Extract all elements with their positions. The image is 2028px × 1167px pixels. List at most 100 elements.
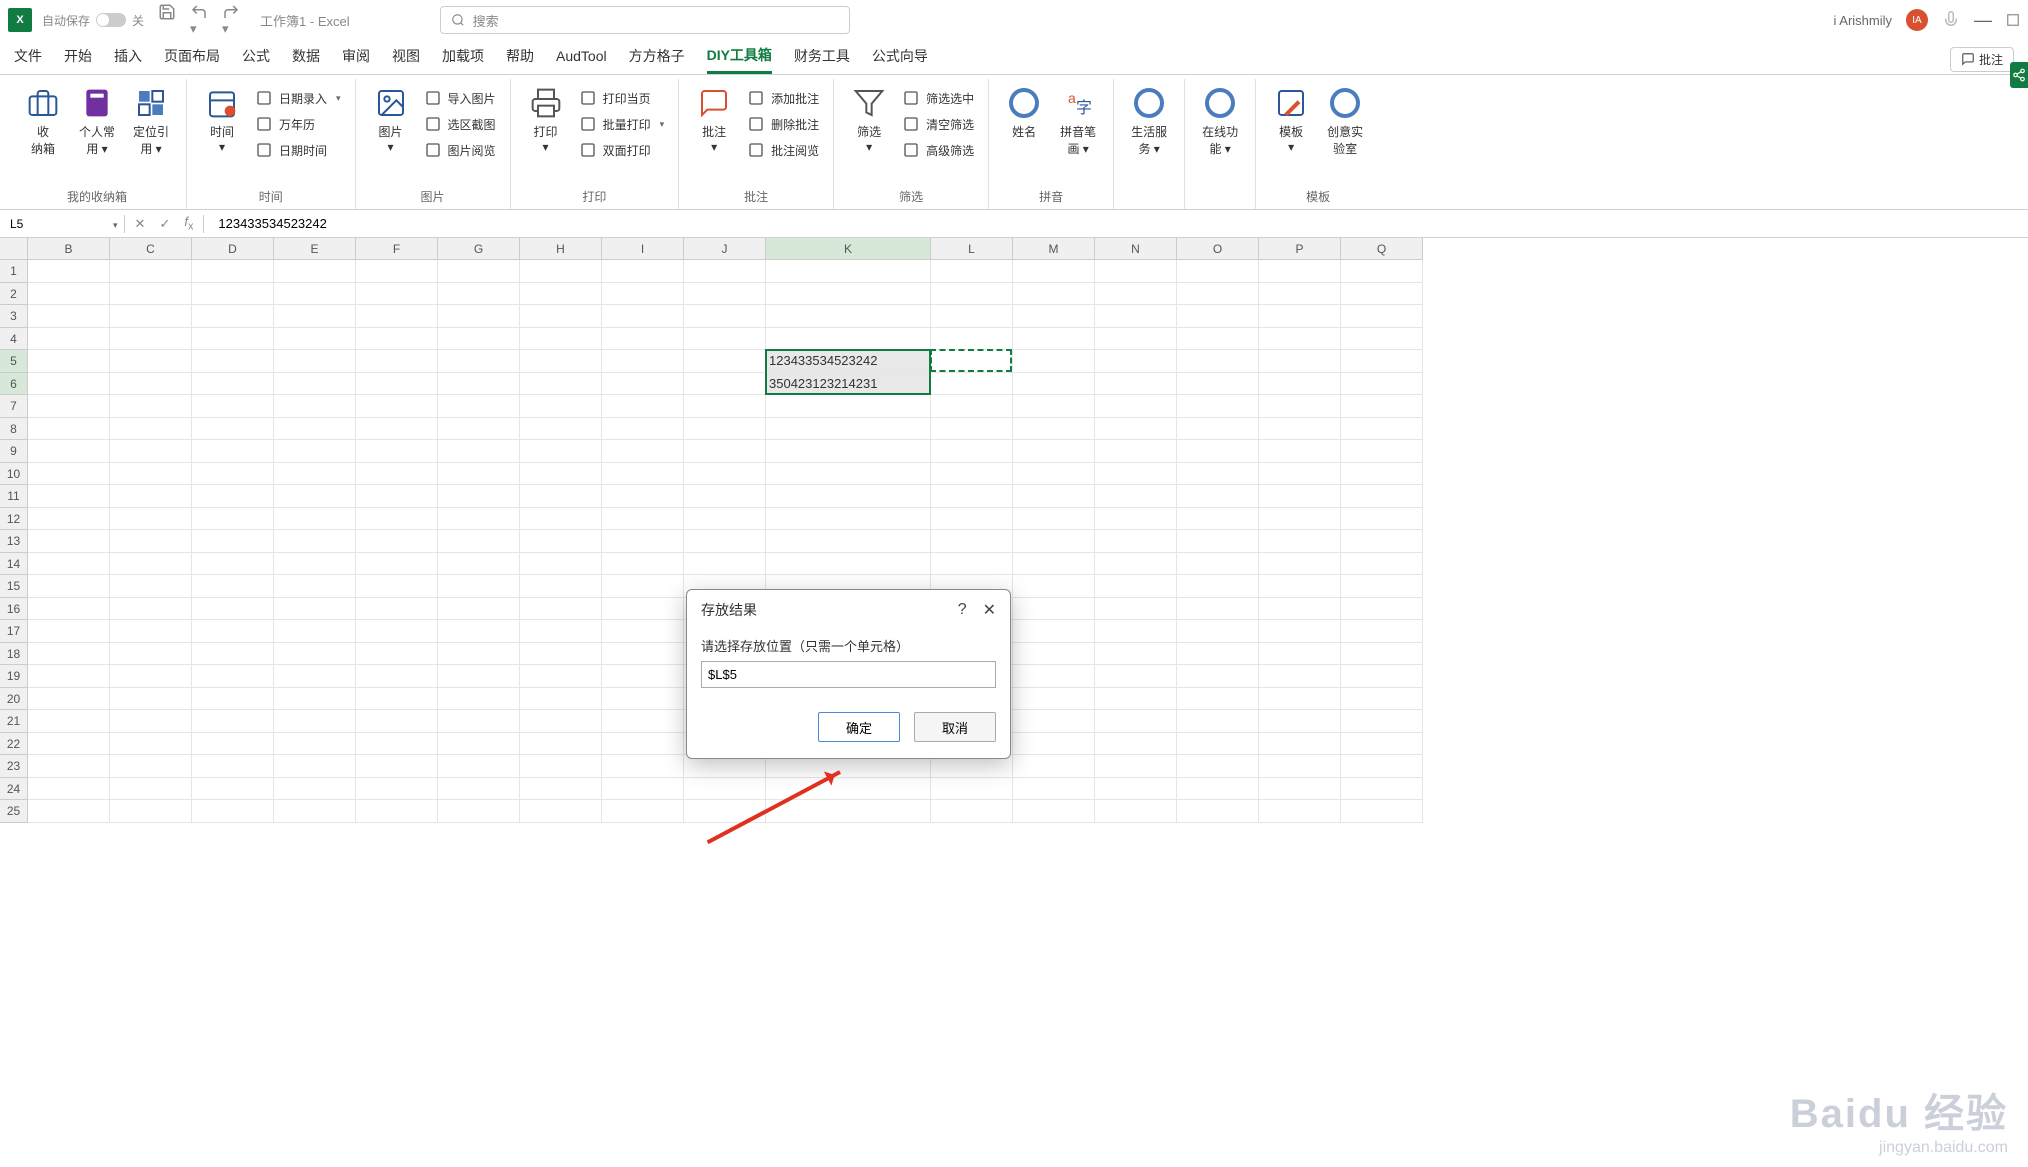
cell[interactable] <box>274 485 356 508</box>
cell[interactable] <box>28 260 110 283</box>
ribbon-button[interactable]: 批注 ▾ <box>689 83 739 158</box>
cell[interactable] <box>602 800 684 823</box>
cell[interactable] <box>520 710 602 733</box>
cell[interactable] <box>1259 463 1341 486</box>
cell[interactable] <box>1259 328 1341 351</box>
cell[interactable] <box>1341 283 1423 306</box>
cell[interactable] <box>274 440 356 463</box>
cell[interactable] <box>438 800 520 823</box>
ok-button[interactable]: 确定 <box>818 712 900 742</box>
column-header[interactable]: N <box>1095 238 1177 260</box>
cell[interactable] <box>192 305 274 328</box>
cell[interactable] <box>356 800 438 823</box>
ribbon-button[interactable]: 姓名 <box>999 83 1049 144</box>
cell[interactable] <box>602 373 684 396</box>
cell[interactable] <box>1095 778 1177 801</box>
row-header[interactable]: 20 <box>0 688 28 711</box>
cell[interactable] <box>602 553 684 576</box>
cell[interactable] <box>1341 260 1423 283</box>
cell[interactable] <box>110 485 192 508</box>
tab-help[interactable]: 帮助 <box>506 46 534 72</box>
cell[interactable] <box>110 688 192 711</box>
cell[interactable] <box>28 440 110 463</box>
column-header[interactable]: Q <box>1341 238 1423 260</box>
cell[interactable] <box>931 440 1013 463</box>
save-icon[interactable] <box>158 3 176 37</box>
cell[interactable] <box>28 463 110 486</box>
cell[interactable] <box>1095 710 1177 733</box>
column-header[interactable]: I <box>602 238 684 260</box>
cell[interactable] <box>1177 598 1259 621</box>
cell[interactable] <box>274 328 356 351</box>
cell[interactable] <box>1259 418 1341 441</box>
cell[interactable] <box>520 260 602 283</box>
cell[interactable] <box>1095 328 1177 351</box>
cell[interactable] <box>1341 395 1423 418</box>
cell[interactable] <box>274 553 356 576</box>
cell[interactable] <box>520 328 602 351</box>
cell[interactable] <box>110 665 192 688</box>
cell[interactable] <box>356 305 438 328</box>
cell[interactable] <box>192 508 274 531</box>
cell[interactable] <box>438 620 520 643</box>
ribbon-button[interactable]: 在线功 能 ▾ <box>1195 83 1245 161</box>
cell[interactable] <box>110 643 192 666</box>
cell[interactable] <box>28 598 110 621</box>
cell[interactable] <box>274 530 356 553</box>
cell[interactable] <box>110 778 192 801</box>
cell[interactable] <box>1177 305 1259 328</box>
cell[interactable] <box>520 643 602 666</box>
dialog-input[interactable] <box>701 661 996 688</box>
ribbon-button[interactable]: 个人常 用 ▾ <box>72 83 122 161</box>
cell[interactable] <box>766 283 931 306</box>
cell[interactable] <box>110 755 192 778</box>
cell[interactable] <box>1095 305 1177 328</box>
cell[interactable] <box>520 350 602 373</box>
ribbon-button[interactable]: a字拼音笔 画 ▾ <box>1053 83 1103 161</box>
cell[interactable] <box>438 755 520 778</box>
cell[interactable] <box>1259 800 1341 823</box>
cell[interactable] <box>1177 620 1259 643</box>
cell[interactable] <box>356 485 438 508</box>
cell[interactable] <box>192 463 274 486</box>
cell[interactable] <box>602 733 684 756</box>
cell[interactable] <box>1341 530 1423 553</box>
cancel-button[interactable]: 取消 <box>914 712 996 742</box>
cell[interactable] <box>1177 755 1259 778</box>
column-header[interactable]: L <box>931 238 1013 260</box>
cell[interactable] <box>1013 665 1095 688</box>
cell[interactable] <box>766 260 931 283</box>
cell[interactable] <box>602 485 684 508</box>
cell[interactable] <box>1013 463 1095 486</box>
cell[interactable] <box>602 643 684 666</box>
cell[interactable] <box>931 395 1013 418</box>
cell[interactable] <box>1341 373 1423 396</box>
cell[interactable] <box>1177 800 1259 823</box>
cell[interactable] <box>1013 710 1095 733</box>
cell[interactable] <box>110 598 192 621</box>
ribbon-button[interactable]: 创意实 验室 <box>1320 83 1370 161</box>
cell[interactable] <box>274 260 356 283</box>
cell[interactable] <box>684 305 766 328</box>
cell[interactable] <box>602 710 684 733</box>
cell[interactable] <box>931 485 1013 508</box>
cell[interactable] <box>520 620 602 643</box>
cell[interactable] <box>110 733 192 756</box>
cell[interactable] <box>520 485 602 508</box>
cell[interactable] <box>520 553 602 576</box>
tab-finance[interactable]: 财务工具 <box>794 46 850 72</box>
ribbon-button[interactable]: 定位引 用 ▾ <box>126 83 176 161</box>
cell[interactable] <box>1341 575 1423 598</box>
cell[interactable] <box>192 485 274 508</box>
cell[interactable] <box>192 575 274 598</box>
cell[interactable] <box>1095 463 1177 486</box>
cell[interactable] <box>1013 418 1095 441</box>
cell[interactable] <box>931 350 1013 373</box>
cell[interactable] <box>438 643 520 666</box>
cell[interactable] <box>274 508 356 531</box>
cell[interactable] <box>28 373 110 396</box>
cell[interactable] <box>931 463 1013 486</box>
cell[interactable] <box>356 778 438 801</box>
cell[interactable] <box>28 530 110 553</box>
column-header[interactable]: B <box>28 238 110 260</box>
